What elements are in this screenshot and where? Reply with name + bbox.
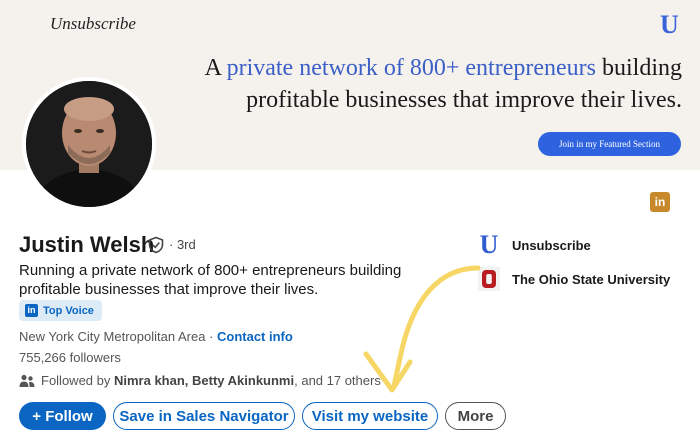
linkedin-small-icon: in: [25, 304, 38, 317]
unsubscribe-logo: U: [478, 230, 500, 259]
banner-headline: A private network of 800+ entrepreneurs …: [205, 52, 682, 116]
experience-label: The Ohio State University: [512, 271, 671, 287]
avatar-photo: [26, 81, 152, 207]
more-button[interactable]: More: [445, 402, 506, 430]
join-featured-button[interactable]: Join in my Featured Section: [538, 132, 681, 156]
profile-avatar[interactable]: [22, 77, 156, 211]
headline-accent: private network of 800+ entrepreneurs: [226, 55, 596, 81]
top-voice-badge[interactable]: in Top Voice: [19, 300, 102, 321]
unsubscribe-logo-letter: U: [479, 230, 499, 259]
contact-info-link[interactable]: Contact info: [217, 329, 293, 344]
visit-website-button[interactable]: Visit my website: [302, 402, 438, 430]
mutual-followers[interactable]: Followed by Nimra khan, Betty Akinkunmi,…: [19, 373, 381, 388]
profile-name: Justin Welsh: [19, 232, 155, 257]
headline-line2: profitable businesses that improve their…: [246, 87, 682, 113]
banner-brand: Unsubscribe: [50, 14, 136, 33]
experience-ohio-state[interactable]: The Ohio State University: [478, 267, 670, 291]
shield-check-icon[interactable]: [147, 236, 165, 254]
people-icon: [19, 374, 35, 387]
hand-drawn-arrow: [363, 265, 481, 393]
top-voice-label: Top Voice: [43, 304, 94, 317]
connection-degree: · 3rd: [169, 237, 196, 252]
location-row: New York City Metropolitan Area · Contac…: [19, 329, 293, 344]
follow-button[interactable]: + Follow: [19, 402, 106, 430]
followed-prefix: Followed by: [41, 373, 114, 388]
location-text: New York City Metropolitan Area ·: [19, 329, 217, 344]
headline-suffix: building: [595, 55, 682, 81]
banner-u-logo: U: [660, 10, 679, 39]
followed-names[interactable]: Nimra khan, Betty Akinkunmi: [114, 373, 294, 388]
experience-unsubscribe[interactable]: U Unsubscribe: [478, 230, 591, 259]
followers-count[interactable]: 755,266 followers: [19, 350, 121, 365]
linkedin-icon[interactable]: in: [650, 192, 670, 212]
experience-label: Unsubscribe: [512, 237, 591, 253]
headline-prefix: A: [204, 55, 227, 81]
save-sales-navigator-button[interactable]: Save in Sales Navigator: [113, 402, 295, 430]
